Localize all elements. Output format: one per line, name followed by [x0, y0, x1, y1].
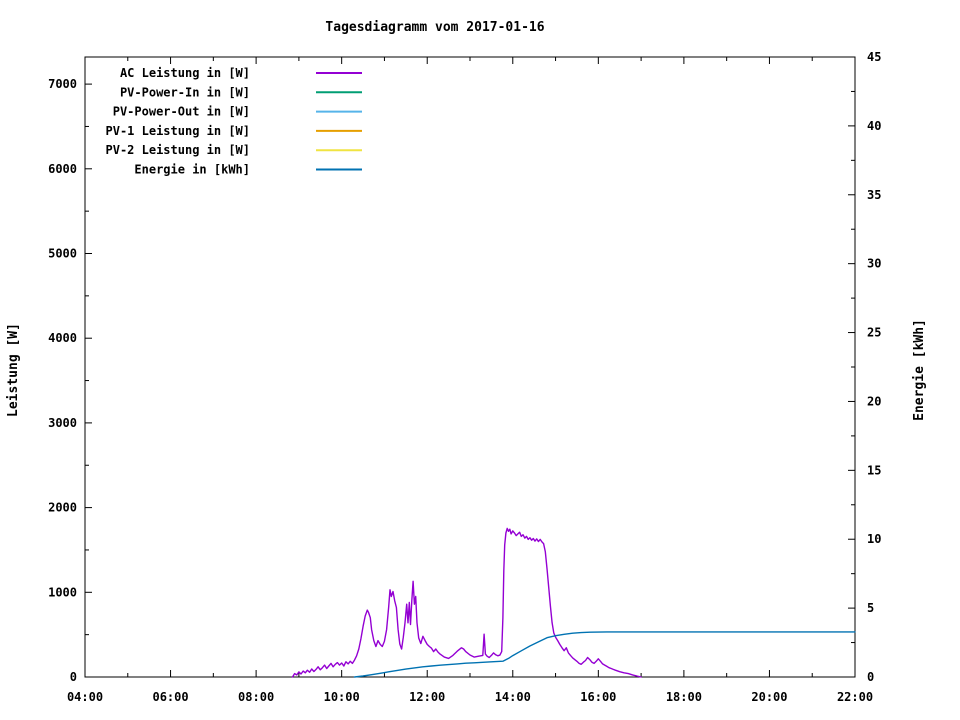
x-tick-label: 12:00 — [409, 690, 445, 704]
y-right-tick-label: 15 — [867, 463, 881, 477]
legend-label: PV-Power-In in [W] — [120, 85, 250, 99]
x-tick-label: 22:00 — [837, 690, 873, 704]
y-right-tick-label: 5 — [867, 601, 874, 615]
y-left-tick-label: 4000 — [48, 331, 77, 345]
y-right-tick-label: 25 — [867, 326, 881, 340]
x-tick-label: 10:00 — [324, 690, 360, 704]
legend-label: PV-2 Leistung in [W] — [106, 143, 251, 157]
legend-label: PV-1 Leistung in [W] — [106, 124, 251, 138]
x-tick-label: 14:00 — [495, 690, 531, 704]
x-tick-label: 16:00 — [580, 690, 616, 704]
x-tick-label: 08:00 — [238, 690, 274, 704]
y-left-tick-label: 0 — [70, 670, 77, 684]
tagesdiagramm-page: Tagesdiagramm vom 2017-01-16 Leistung [W… — [0, 0, 960, 720]
plot-canvas: 04:00 06:00 08:00 10:00 12:00 14:00 16:00 18:00… — [48, 50, 881, 704]
y-left-tick-label: 7000 — [48, 77, 77, 91]
legend-label: Energie in [kWh] — [134, 163, 250, 177]
ac-leistung-curve — [291, 527, 642, 678]
y-right-tick-label: 20 — [867, 394, 881, 408]
y-left-tick-label: 5000 — [48, 247, 77, 261]
y-left-tick-label: 6000 — [48, 162, 77, 176]
y-right-tick-label: 10 — [867, 532, 881, 546]
y-right-tick-label: 0 — [867, 670, 874, 684]
y-right-tick-label: 45 — [867, 50, 881, 64]
x-tick-label: 06:00 — [152, 690, 188, 704]
legend-label: PV-Power-Out in [W] — [113, 105, 250, 119]
x-tick-label: 18:00 — [666, 690, 702, 704]
y-left-tick-label: 2000 — [48, 501, 77, 515]
x-tick-label: 20:00 — [751, 690, 787, 704]
y-right-tick-label: 40 — [867, 119, 881, 133]
energie-curve — [353, 631, 856, 678]
x-tick-label: 04:00 — [67, 690, 103, 704]
legend-label: AC Leistung in [W] — [120, 66, 250, 80]
y-left-tick-label: 3000 — [48, 416, 77, 430]
y-right-tick-label: 35 — [867, 188, 881, 202]
y-left-tick-label: 1000 — [48, 585, 77, 599]
y-right-tick-label: 30 — [867, 257, 881, 271]
